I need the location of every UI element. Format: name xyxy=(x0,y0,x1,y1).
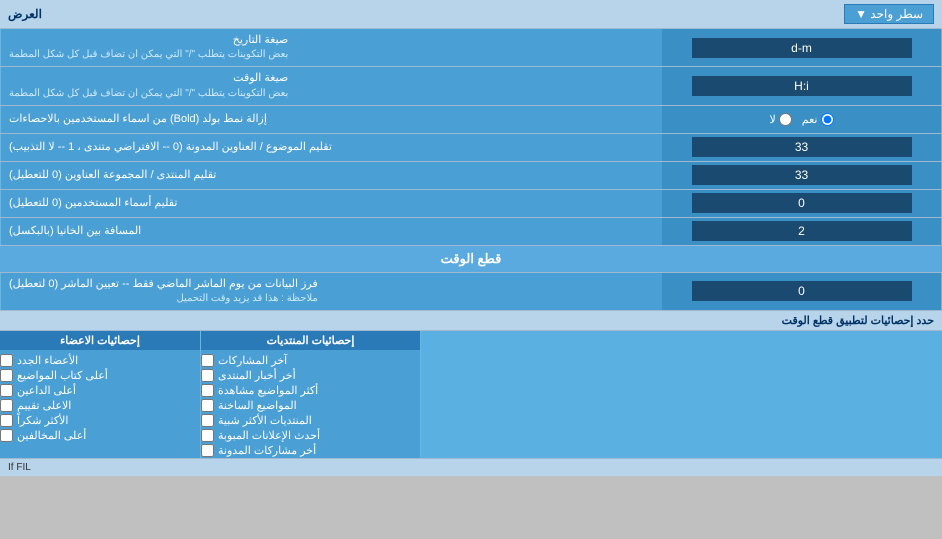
username-trim-label: تقليم أسماء المستخدمين (0 للتعطيل) xyxy=(0,190,662,217)
col-spacing-input-wrapper xyxy=(662,218,942,245)
checkbox-item[interactable] xyxy=(201,384,214,397)
list-item: الأكثر شكراً xyxy=(0,413,200,428)
radio-yes[interactable] xyxy=(821,113,834,126)
list-item: أعلى المخالفين xyxy=(0,428,200,443)
bold-remove-input-wrapper: نعم لا xyxy=(662,106,942,133)
list-item: الاعلى تقييم xyxy=(0,398,200,413)
checkbox-item[interactable] xyxy=(201,354,214,367)
time-cut-input-wrapper xyxy=(662,273,942,310)
date-format-input-wrapper xyxy=(662,29,942,66)
list-item: آخر المشاركات xyxy=(201,353,420,368)
col1-items-list: آخر المشاركاتأخر أخبار المنتدىأكثر الموا… xyxy=(201,353,420,458)
subject-trim-input-wrapper xyxy=(662,134,942,161)
date-format-input[interactable] xyxy=(692,38,912,58)
checkbox-item[interactable] xyxy=(0,384,13,397)
list-item: أخر أخبار المنتدى xyxy=(201,368,420,383)
display-dropdown[interactable]: سطر واحد ▼ xyxy=(844,4,934,24)
list-item: أكثر المواضيع مشاهدة xyxy=(201,383,420,398)
col1-checkboxes: إحصائيات المنتديات آخر المشاركاتأخر أخبا… xyxy=(200,331,420,458)
time-cut-label: فرز البيانات من يوم الماشر الماضي فقط --… xyxy=(0,273,662,310)
radio-yes-label[interactable]: نعم xyxy=(802,113,834,126)
checkbox-item[interactable] xyxy=(0,414,13,427)
list-item: أعلى الداعين xyxy=(0,383,200,398)
col-spacing-label: المسافة بين الخانيا (بالبكسل) xyxy=(0,218,662,245)
checkbox-item[interactable] xyxy=(201,399,214,412)
list-item: المنتديات الأكثر شبية xyxy=(201,413,420,428)
checkbox-item[interactable] xyxy=(0,399,13,412)
checkbox-item[interactable] xyxy=(0,354,13,367)
date-format-label: صيغة التاريخ بعض التكوينات يتطلب "/" الت… xyxy=(0,29,662,66)
subject-trim-label: تقليم الموضوع / العناوين المدونة (0 -- ا… xyxy=(0,134,662,161)
col1-header: إحصائيات المنتديات xyxy=(201,331,420,350)
list-item: أحدث الإعلانات المبوبة xyxy=(201,428,420,443)
bold-remove-label: إزالة نمط بولد (Bold) من اسماء المستخدمي… xyxy=(0,106,662,133)
subject-trim-input[interactable] xyxy=(692,137,912,157)
col2-header: إحصائيات الاعضاء xyxy=(0,331,200,350)
col-spacing-input[interactable] xyxy=(692,221,912,241)
forum-trim-label: تقليم المنتدى / المجموعة العناوين (0 للت… xyxy=(0,162,662,189)
dropdown-label: سطر واحد xyxy=(870,7,923,21)
username-trim-input-wrapper xyxy=(662,190,942,217)
username-trim-input[interactable] xyxy=(692,193,912,213)
section-title: العرض xyxy=(8,7,42,21)
time-cut-header: قطع الوقت xyxy=(0,246,942,273)
list-item: أعلى كتاب المواضيع xyxy=(0,368,200,383)
col2-items-list: الأعضاء الجددأعلى كتاب المواضيعأعلى الدا… xyxy=(0,353,200,443)
time-format-label: صيغة الوقت بعض التكوينات يتطلب "/" التي … xyxy=(0,67,662,104)
bold-radio-group: نعم لا xyxy=(770,113,834,126)
time-cut-input[interactable] xyxy=(692,281,912,301)
checkbox-item[interactable] xyxy=(201,429,214,442)
footer-note: If FIL xyxy=(0,459,942,476)
list-item: الأعضاء الجدد xyxy=(0,353,200,368)
radio-no[interactable] xyxy=(779,113,792,126)
list-item: أخر مشاركات المدونة xyxy=(201,443,420,458)
radio-no-label[interactable]: لا xyxy=(770,113,792,126)
checkbox-item[interactable] xyxy=(201,444,214,457)
checkbox-item[interactable] xyxy=(0,429,13,442)
forum-trim-input[interactable] xyxy=(692,165,912,185)
time-format-input-wrapper xyxy=(662,67,942,104)
stats-limit-label: حدد إحصائيات لتطبيق قطع الوقت xyxy=(0,311,942,331)
checkbox-item[interactable] xyxy=(0,369,13,382)
col2-checkboxes: إحصائيات الاعضاء الأعضاء الجددأعلى كتاب … xyxy=(0,331,200,458)
forum-trim-input-wrapper xyxy=(662,162,942,189)
list-item: المواضيع الساخنة xyxy=(201,398,420,413)
checkbox-item[interactable] xyxy=(201,414,214,427)
time-format-input[interactable] xyxy=(692,76,912,96)
checkbox-item[interactable] xyxy=(201,369,214,382)
